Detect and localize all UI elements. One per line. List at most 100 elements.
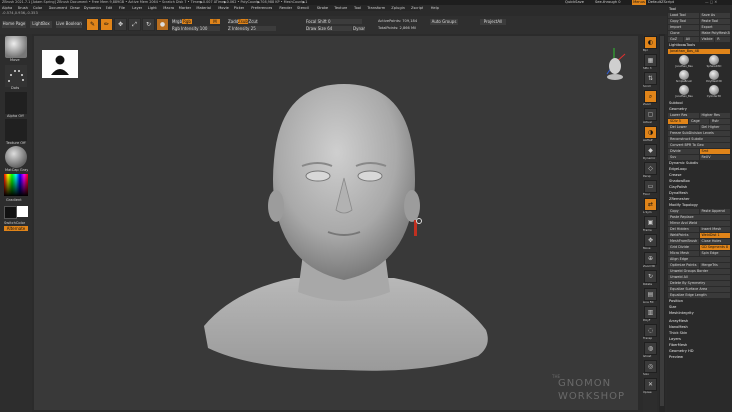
subtool-section[interactable]: Subtool bbox=[667, 101, 683, 106]
rotate-button[interactable]: ↻ bbox=[142, 18, 155, 31]
section-nanomesh[interactable]: NanoMesh bbox=[667, 325, 688, 330]
del-lower-button[interactable]: Del Lower bbox=[668, 125, 699, 130]
all-button[interactable]: All bbox=[683, 37, 699, 42]
equalize-surface-button[interactable]: Equalize Surface Area bbox=[668, 287, 730, 292]
menu-dynamics[interactable]: Dynamics bbox=[84, 5, 102, 11]
insert-mesh-button[interactable]: Insert Mesh bbox=[699, 227, 730, 232]
draw-size-slider[interactable]: Draw Size 64 bbox=[306, 26, 352, 31]
weld-points-button[interactable]: WeldPoints bbox=[668, 233, 699, 238]
stroke-thumbnail[interactable] bbox=[5, 65, 27, 87]
menu-stroke[interactable]: Stroke bbox=[317, 5, 328, 11]
weld-dist-slider[interactable]: WeldDist 1 bbox=[699, 233, 730, 238]
material-thumbnail[interactable] bbox=[5, 146, 27, 168]
divide-button[interactable]: Divide bbox=[668, 149, 699, 154]
merge-tris-button[interactable]: MergeTris bbox=[699, 263, 730, 268]
section-geometry-hd[interactable]: Geometry HD bbox=[667, 349, 694, 354]
viewport-canvas[interactable]: THE GNOMON WORKSHOP bbox=[34, 36, 638, 410]
r-button[interactable]: R bbox=[715, 37, 730, 42]
lightbox-button[interactable]: LightBox bbox=[30, 21, 52, 28]
material-sphere-button[interactable]: ● bbox=[156, 18, 169, 31]
align-edge-button[interactable]: Align Edge bbox=[668, 257, 730, 262]
copy-button[interactable]: Copy bbox=[668, 209, 699, 214]
texture-thumbnail[interactable] bbox=[5, 119, 27, 141]
menu-macro[interactable]: Macro bbox=[163, 5, 174, 11]
color-picker[interactable] bbox=[4, 174, 28, 196]
shelf-scrollbar[interactable] bbox=[659, 34, 665, 412]
tool-thumb[interactable]: SimpleBrush bbox=[671, 70, 697, 84]
menu-light[interactable]: Light bbox=[148, 5, 157, 11]
paste-replace-button[interactable]: Paste Replace bbox=[668, 215, 730, 220]
section-fibermesh[interactable]: FiberMesh bbox=[667, 343, 687, 348]
focal-shift-slider[interactable]: Focal Shift 0 bbox=[306, 19, 362, 24]
rgb-button[interactable]: Rgb bbox=[182, 19, 192, 24]
geometry-item-zremesher[interactable]: ZRemesher bbox=[667, 197, 690, 202]
tool-thumb[interactable]: Jonathan_Bas bbox=[671, 55, 697, 69]
lower-res-button[interactable]: Lower Res bbox=[668, 113, 699, 118]
menu-texture[interactable]: Texture bbox=[334, 5, 347, 11]
home-page-button[interactable]: Home Page bbox=[2, 21, 26, 28]
alpha-thumbnail[interactable] bbox=[5, 92, 27, 114]
alternate-button[interactable]: Alternate bbox=[4, 226, 28, 231]
quicksave-button[interactable]: QuickSave bbox=[565, 0, 584, 5]
higher-res-button[interactable]: Higher Res bbox=[699, 113, 730, 118]
size-section[interactable]: Size bbox=[667, 305, 676, 310]
paste-tool-button[interactable]: Paste Tool bbox=[699, 19, 730, 24]
dynamic-toggle[interactable]: Dynamic bbox=[353, 26, 365, 31]
menu-zscript[interactable]: Zscript bbox=[411, 5, 423, 11]
save-as-button[interactable]: Save As bbox=[699, 13, 730, 18]
draw-button[interactable]: ✏ bbox=[100, 18, 113, 31]
current-tool-slider[interactable]: Jonathan_Bas_48 bbox=[668, 49, 730, 54]
reuv-button[interactable]: ReUV bbox=[699, 155, 730, 160]
mesh-from-brush-button[interactable]: MeshFromBrush bbox=[668, 239, 699, 244]
menu-help[interactable]: Help bbox=[431, 5, 439, 11]
menu-zplugin[interactable]: Zplugin bbox=[391, 5, 405, 11]
live-boolean-button[interactable]: Live Boolean bbox=[56, 21, 82, 28]
position-section[interactable]: Position bbox=[667, 299, 683, 304]
tool-panel-title[interactable]: Tool bbox=[667, 7, 676, 12]
tool-thumb[interactable]: PolyMesh3D bbox=[701, 70, 727, 84]
goz-button[interactable]: GoZ bbox=[668, 37, 683, 42]
paste-append-button[interactable]: Paste Append bbox=[699, 209, 730, 214]
zadd-button[interactable]: Zadd bbox=[228, 19, 238, 24]
load-tool-button[interactable]: Load Tool bbox=[668, 13, 699, 18]
switch-color-button[interactable]: SwitchColor bbox=[4, 221, 25, 225]
menu-document[interactable]: Document bbox=[49, 5, 68, 11]
del-higher-button[interactable]: Del Higher bbox=[699, 125, 730, 130]
menu-transform[interactable]: Transform bbox=[367, 5, 385, 11]
section-preview[interactable]: Preview bbox=[667, 355, 683, 360]
document-thumbnail[interactable] bbox=[42, 50, 78, 78]
scale-button[interactable]: ⤢ bbox=[128, 18, 141, 31]
menu-edit[interactable]: Edit bbox=[106, 5, 113, 11]
geometry-item-crease[interactable]: Crease bbox=[667, 173, 681, 178]
see-through-slider[interactable]: See-through 0 bbox=[595, 0, 621, 5]
geometry-item-modify-topology[interactable]: Modify Topology bbox=[667, 203, 698, 208]
export-button[interactable]: Export bbox=[699, 25, 730, 30]
section-thick-skin[interactable]: Thick Skin bbox=[667, 331, 687, 336]
menu-render[interactable]: Render bbox=[279, 5, 292, 11]
menu-movie[interactable]: Movie bbox=[218, 5, 229, 11]
zcut-button[interactable]: Zcut bbox=[248, 19, 258, 24]
secondary-color-swatch[interactable] bbox=[17, 206, 28, 217]
mesh-integrity-section[interactable]: MeshIntegrity bbox=[667, 311, 694, 316]
rgb-intensity-slider[interactable]: Rgb Intensity 100 bbox=[172, 26, 220, 31]
navigation-gizmo[interactable] bbox=[599, 46, 629, 80]
tool-thumb[interactable]: SphereD3D bbox=[701, 55, 727, 69]
rstr-button[interactable]: Rstr bbox=[710, 119, 730, 124]
project-all-button[interactable]: ProjectAll bbox=[480, 19, 506, 25]
geometry-item-dynamesh[interactable]: DynaMesh bbox=[667, 191, 688, 196]
unweld-groups-button[interactable]: Unweld Groups Border bbox=[668, 269, 730, 274]
spin-edge-button[interactable]: Spin Edge bbox=[699, 251, 730, 256]
menu-marker[interactable]: Marker bbox=[179, 5, 191, 11]
delete-symmetry-button[interactable]: Delete By Symmetry bbox=[668, 281, 730, 286]
freeze-subdiv-button[interactable]: Freeze SubDivision Levels bbox=[668, 131, 730, 136]
menu-draw[interactable]: Draw bbox=[70, 5, 79, 11]
menu-stencil[interactable]: Stencil bbox=[297, 5, 309, 11]
move-button[interactable]: ✥ bbox=[114, 18, 127, 31]
gd-segments-slider[interactable]: GD Segments 8 bbox=[699, 245, 730, 250]
convert-bpr-button[interactable]: Convert BPR To Geo bbox=[668, 143, 730, 148]
grid-divide-button[interactable]: Grid Divide bbox=[668, 245, 699, 250]
menu-layer[interactable]: Layer bbox=[132, 5, 142, 11]
brush-thumbnail[interactable] bbox=[5, 36, 27, 58]
mrgb-button[interactable]: Mrgb bbox=[172, 19, 182, 24]
copy-tool-button[interactable]: Copy Tool bbox=[668, 19, 699, 24]
